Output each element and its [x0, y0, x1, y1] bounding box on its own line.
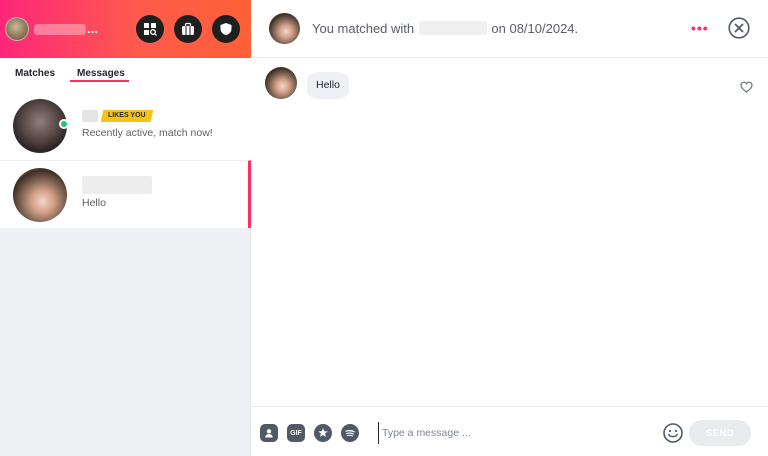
- match-date: on 08/10/2024.: [491, 21, 579, 36]
- sidebar: ... Matches Messages LIKES YOU Recently …: [0, 0, 251, 456]
- contact-name-redacted: [82, 110, 98, 122]
- shield-icon: [220, 23, 232, 36]
- sticker-button[interactable]: [314, 424, 332, 442]
- online-indicator: [59, 119, 69, 129]
- tab-messages[interactable]: Messages: [77, 68, 125, 79]
- conversation-list: LIKES YOU Recently active, match now! He…: [0, 92, 251, 228]
- contact-card-button[interactable]: [260, 424, 278, 442]
- conversation-preview: Recently active, match now!: [82, 127, 213, 139]
- avatar: [13, 168, 67, 222]
- conversation-item[interactable]: LIKES YOU Recently active, match now!: [0, 92, 251, 160]
- contact-card-icon: [265, 429, 273, 438]
- match-name-redacted: [418, 21, 487, 35]
- tab-matches[interactable]: Matches: [15, 68, 55, 79]
- likes-you-badge: LIKES YOU: [100, 110, 153, 122]
- message-input[interactable]: [378, 422, 648, 444]
- gif-icon: GIF: [290, 429, 302, 437]
- more-options-icon[interactable]: •••: [691, 20, 709, 36]
- heart-icon[interactable]: [740, 81, 753, 93]
- message-composer: GIF SEND: [252, 406, 768, 456]
- conversation-item[interactable]: Hello: [0, 160, 251, 228]
- emoji-icon[interactable]: [662, 422, 684, 444]
- work-mode-button[interactable]: [174, 15, 202, 43]
- my-name-ellipsis: ...: [87, 21, 98, 36]
- explore-icon: [144, 23, 157, 36]
- conversation-preview: Hello: [82, 197, 106, 209]
- my-name-redacted[interactable]: [34, 24, 86, 35]
- tab-bar: Matches Messages: [0, 58, 251, 92]
- active-tab-indicator: [70, 80, 129, 82]
- match-avatar[interactable]: [269, 13, 300, 44]
- spotify-button[interactable]: [341, 424, 359, 442]
- message-thread: Hello: [252, 59, 768, 406]
- gif-button[interactable]: GIF: [287, 424, 305, 442]
- sticker-icon: [318, 428, 328, 437]
- spotify-icon: [345, 430, 355, 437]
- match-info: You matched with on 08/10/2024.: [312, 21, 578, 36]
- match-prefix: You matched with: [312, 21, 415, 36]
- message-bubble: Hello: [307, 72, 349, 99]
- close-icon[interactable]: [728, 17, 750, 39]
- briefcase-icon: [182, 22, 194, 35]
- my-avatar[interactable]: [5, 17, 29, 41]
- profile-header: ...: [0, 0, 251, 58]
- sender-avatar[interactable]: [265, 67, 297, 99]
- contact-name-redacted: [82, 176, 152, 194]
- explore-button[interactable]: [136, 15, 164, 43]
- send-button[interactable]: SEND: [689, 420, 751, 446]
- chat-header: You matched with on 08/10/2024. •••: [252, 0, 768, 58]
- safety-button[interactable]: [212, 15, 240, 43]
